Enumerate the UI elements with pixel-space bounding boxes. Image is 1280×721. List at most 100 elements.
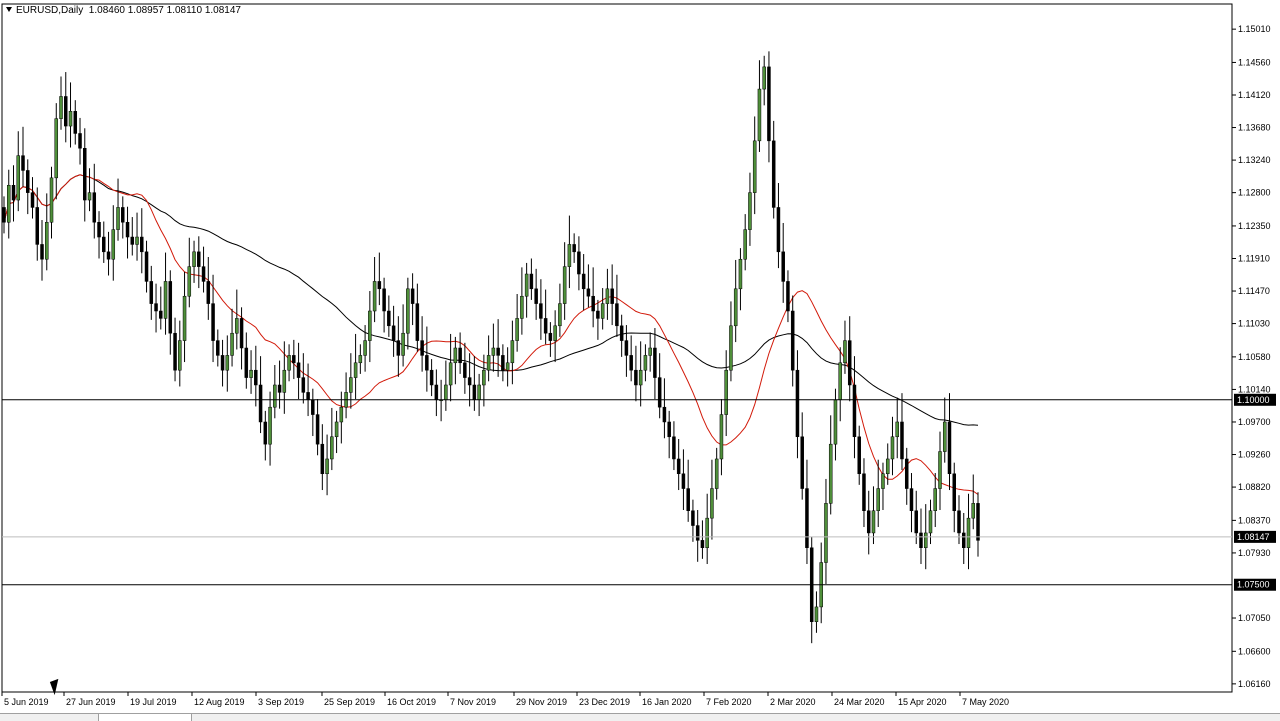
candle-down bbox=[216, 340, 220, 356]
candle-up bbox=[705, 517, 709, 548]
candle-down bbox=[244, 347, 249, 378]
price-tick-label: 1.13680 bbox=[1238, 123, 1271, 133]
candle-down bbox=[672, 436, 676, 460]
price-tick-label: 1.10140 bbox=[1238, 384, 1271, 394]
candle-down bbox=[301, 377, 306, 393]
price-tick-label: 1.13240 bbox=[1238, 155, 1271, 165]
time-tick-label: 16 Jan 2020 bbox=[642, 697, 692, 707]
candle-down bbox=[78, 133, 82, 149]
candle-up bbox=[838, 362, 842, 401]
candle-up bbox=[971, 503, 975, 519]
candle-up bbox=[881, 473, 885, 489]
candle-up bbox=[719, 414, 724, 460]
candle-down bbox=[296, 362, 301, 378]
candle-down bbox=[543, 318, 548, 334]
candle-down bbox=[586, 288, 591, 297]
candle-down bbox=[653, 347, 657, 378]
candle-down bbox=[40, 244, 44, 260]
candle-up bbox=[890, 436, 895, 460]
candle-down bbox=[258, 384, 263, 423]
candle-down bbox=[382, 288, 386, 312]
candle-down bbox=[852, 384, 857, 438]
candle-down bbox=[657, 377, 662, 408]
candle-up bbox=[752, 140, 757, 193]
candle-down bbox=[767, 66, 771, 142]
candle-up bbox=[111, 229, 116, 260]
candle-down bbox=[92, 192, 97, 223]
candle-down bbox=[121, 207, 125, 223]
price-tick-label: 1.15010 bbox=[1238, 24, 1271, 34]
candle-up bbox=[757, 88, 762, 142]
candle-down bbox=[396, 340, 401, 356]
candle-down bbox=[790, 310, 795, 371]
candle-up bbox=[510, 340, 515, 364]
candle-down bbox=[572, 244, 576, 253]
candle-down bbox=[786, 281, 790, 312]
candle-up bbox=[938, 451, 942, 489]
candle-up bbox=[339, 406, 344, 423]
candle-up bbox=[49, 177, 54, 223]
candle-down bbox=[900, 421, 904, 460]
candle-down bbox=[957, 510, 961, 534]
candle-down bbox=[64, 96, 68, 127]
candle-down bbox=[691, 510, 695, 526]
collapse-triangle-icon[interactable] bbox=[6, 7, 12, 12]
candle-up bbox=[7, 184, 11, 223]
candle-up bbox=[643, 355, 648, 371]
price-chart[interactable]: 1.10000 1.08147 1.07500 1.15010 1.14560 1.14… bbox=[0, 0, 1280, 720]
candle-down bbox=[391, 325, 396, 341]
candle-down bbox=[173, 332, 177, 371]
candle-up bbox=[714, 458, 719, 489]
price-tag-label: 1.10000 bbox=[1237, 395, 1270, 405]
candle-up bbox=[353, 362, 358, 378]
candle-up bbox=[648, 347, 652, 356]
candle-down bbox=[73, 111, 78, 134]
candle-down bbox=[144, 251, 149, 282]
time-tick-label: 3 Sep 2019 bbox=[258, 697, 304, 707]
candle-up bbox=[567, 244, 572, 267]
candle-down bbox=[619, 325, 624, 341]
candle-up bbox=[605, 288, 610, 304]
candle-down bbox=[947, 421, 952, 475]
time-tick-label: 12 Aug 2019 bbox=[194, 697, 245, 707]
candle-up bbox=[814, 606, 819, 622]
price-tick-label: 1.07050 bbox=[1238, 613, 1271, 623]
candle-up bbox=[843, 340, 847, 364]
candle-up bbox=[334, 421, 339, 438]
candle-up bbox=[401, 332, 405, 356]
candle-down bbox=[140, 236, 144, 253]
candle-down bbox=[624, 340, 629, 356]
candle-up bbox=[59, 96, 63, 119]
candle-down bbox=[472, 384, 477, 401]
candle-up bbox=[54, 118, 59, 179]
candle-down bbox=[168, 281, 173, 334]
candle-up bbox=[163, 281, 168, 319]
candle-down bbox=[159, 310, 163, 319]
candle-up bbox=[638, 369, 643, 386]
candle-down bbox=[615, 303, 619, 327]
candle-down bbox=[201, 266, 206, 282]
candle-down bbox=[610, 288, 614, 304]
candle-down bbox=[781, 251, 785, 282]
candle-down bbox=[35, 207, 40, 245]
candle-up bbox=[491, 347, 496, 356]
candle-down bbox=[662, 406, 667, 423]
candle-up bbox=[68, 111, 73, 127]
candle-down bbox=[914, 510, 918, 534]
time-tick-label: 15 Apr 2020 bbox=[898, 697, 947, 707]
candle-down bbox=[496, 347, 500, 356]
candle-up bbox=[230, 332, 234, 356]
candle-up bbox=[330, 436, 334, 460]
candle-up bbox=[942, 421, 947, 452]
candle-down bbox=[919, 532, 923, 548]
candle-down bbox=[629, 355, 633, 371]
candle-down bbox=[387, 310, 391, 327]
candle-up bbox=[923, 532, 928, 548]
candle-up bbox=[363, 340, 367, 356]
price-tick-label: 1.11910 bbox=[1238, 253, 1270, 263]
time-tick-label: 7 Feb 2020 bbox=[706, 697, 752, 707]
time-tick-label: 27 Jun 2019 bbox=[66, 697, 116, 707]
candle-up bbox=[505, 362, 510, 371]
candle-up bbox=[178, 340, 182, 371]
candle-up bbox=[885, 458, 890, 475]
